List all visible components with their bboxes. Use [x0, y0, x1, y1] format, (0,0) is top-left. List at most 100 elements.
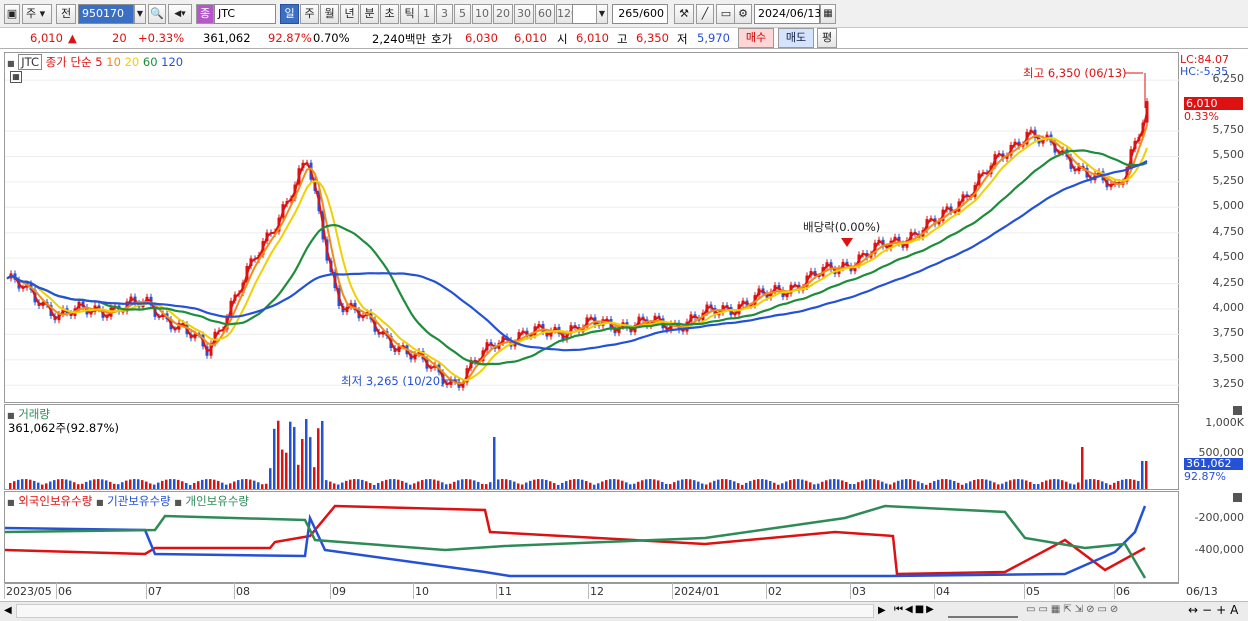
volume-bar	[477, 481, 480, 489]
count-field[interactable]: 265/600	[612, 4, 668, 24]
chart-menu-icon[interactable]: ▣	[4, 4, 20, 24]
volume-bar	[837, 479, 840, 489]
zoom-slider[interactable]	[948, 604, 1018, 618]
date-tick: 03	[852, 585, 866, 598]
volume-bar	[1073, 484, 1076, 489]
volume-bar	[185, 483, 188, 489]
legend-code[interactable]: JTC	[18, 54, 42, 70]
volume-canvas	[9, 419, 1148, 489]
chart-scrollbar[interactable]: ◀ ▶ ⏮◀■▶ ▭▭▦⇱⇲⊘▭⊘ ↔−+A	[0, 601, 1248, 621]
panel-close-icon[interactable]	[1233, 493, 1242, 502]
volume-bar	[181, 481, 184, 489]
date-field[interactable]: 2024/06/13	[754, 4, 821, 24]
ma-legend-20: 20	[120, 55, 140, 69]
price-chart-panel[interactable]: ■ JTC 종가 단순 5 10 20 60 120 ▦ 최고 6,350 (0…	[4, 52, 1180, 403]
stock-name-field[interactable]: JTC	[214, 4, 276, 24]
volume-axis: 1,000K 500,000 361,062 92.87%	[1180, 404, 1248, 490]
volume-bar	[253, 480, 256, 489]
volume-bar	[1093, 479, 1096, 489]
date-tick: 02	[768, 585, 782, 598]
volume-value: 361,062	[203, 31, 251, 45]
grid-icon[interactable]: ▦	[10, 71, 22, 83]
volume-bar	[369, 483, 372, 489]
calendar-icon[interactable]: ▦	[820, 4, 836, 24]
interval-button-1[interactable]: 1	[418, 4, 435, 24]
volume-bar	[709, 482, 712, 489]
chart-tools-icon[interactable]: ⚒	[674, 4, 694, 24]
period-button-0[interactable]: 일	[280, 4, 299, 24]
volume-bar	[1017, 479, 1020, 489]
volume-panel[interactable]: ■ 거래량 361,062주(92.87%)	[4, 404, 1179, 490]
volume-bar	[149, 483, 152, 489]
volume-bar	[677, 480, 680, 489]
speaker-icon[interactable]: ◀▾	[168, 4, 192, 24]
panel-close-icon[interactable]	[1233, 406, 1242, 415]
interval-button-20[interactable]: 20	[493, 4, 513, 24]
volume-bar	[1097, 479, 1100, 489]
scroll-right-icon[interactable]: ▶	[878, 605, 886, 616]
ownership-panel[interactable]: ■ 외국인보유수량 ■ 기관보유수량 ■ 개인보유수량	[4, 491, 1179, 583]
period-select[interactable]: 주 ▾	[22, 4, 52, 24]
code-dropdown-button[interactable]: ▼	[134, 4, 146, 24]
volume-bar	[517, 483, 520, 489]
gear-icon[interactable]: ⚙	[734, 4, 752, 24]
period-button-1[interactable]: 주	[300, 4, 319, 24]
date-tick-line	[56, 583, 57, 599]
interval-button-30[interactable]: 30	[514, 4, 534, 24]
volume-bar	[733, 481, 736, 489]
volume-bar	[469, 479, 472, 489]
volume-bar	[165, 479, 168, 489]
interval-button-10[interactable]: 10	[472, 4, 492, 24]
volume-bar	[289, 421, 292, 489]
volume-bar	[713, 480, 716, 489]
interval-button-60[interactable]: 60	[535, 4, 555, 24]
playback-controls[interactable]: ⏮◀■▶	[894, 604, 936, 615]
volume-bar	[465, 479, 468, 489]
volume-bar	[537, 479, 540, 489]
volume-bar	[445, 484, 448, 489]
volume-bar	[813, 484, 816, 489]
prev-button[interactable]: 전	[56, 4, 76, 24]
view-tools-icons[interactable]: ▭▭▦⇱⇲⊘▭⊘	[1026, 604, 1121, 615]
buy-button[interactable]: 매수	[738, 28, 774, 48]
interval-button-3[interactable]: 3	[436, 4, 453, 24]
volume-bar	[909, 479, 912, 489]
high-price: 6,350	[636, 31, 669, 45]
volume-ratio: 92.87%	[268, 31, 312, 45]
volume-bar	[281, 449, 284, 489]
volume-bar	[685, 479, 688, 489]
zoom-controls[interactable]: ↔−+A	[1188, 603, 1242, 617]
volume-bar	[933, 481, 936, 489]
search-icon[interactable]: 🔍	[148, 4, 166, 24]
avg-button[interactable]: 평	[817, 28, 837, 48]
volume-bar	[705, 484, 708, 489]
volume-bar	[857, 482, 860, 489]
period-button-6[interactable]: 틱	[400, 4, 419, 24]
date-tick: 06	[58, 585, 72, 598]
screen-icon[interactable]: ▭	[716, 4, 736, 24]
volume-bar	[45, 483, 48, 489]
volume-bar	[993, 482, 996, 489]
price-change: 20	[112, 31, 127, 45]
current-pct-tag: 0.33%	[1184, 110, 1219, 123]
price-tick: 4,250	[1212, 275, 1245, 289]
scroll-track[interactable]	[16, 604, 874, 618]
period-button-2[interactable]: 월	[320, 4, 339, 24]
interval-dropdown-button[interactable]: ▼	[596, 4, 608, 24]
volume-bar	[441, 482, 444, 489]
date-tick-line	[1024, 583, 1025, 599]
date-tick: 06	[1116, 585, 1130, 598]
period-button-5[interactable]: 초	[380, 4, 399, 24]
volume-bar	[173, 479, 176, 489]
volume-bar	[449, 483, 452, 489]
stock-code-input[interactable]: 950170	[78, 4, 134, 24]
period-button-4[interactable]: 분	[360, 4, 379, 24]
scroll-left-icon[interactable]: ◀	[4, 605, 12, 616]
ma-line-10	[6, 124, 1148, 385]
interval-button-5[interactable]: 5	[454, 4, 471, 24]
draw-line-icon[interactable]: ╱	[696, 4, 714, 24]
period-button-3[interactable]: 년	[340, 4, 359, 24]
sell-button[interactable]: 매도	[778, 28, 814, 48]
price-axis: LC:84.07 HC:-5.35 6,250 5,750 5,500 5,250 5,…	[1180, 52, 1248, 403]
price-tick: 4,000	[1212, 301, 1245, 314]
